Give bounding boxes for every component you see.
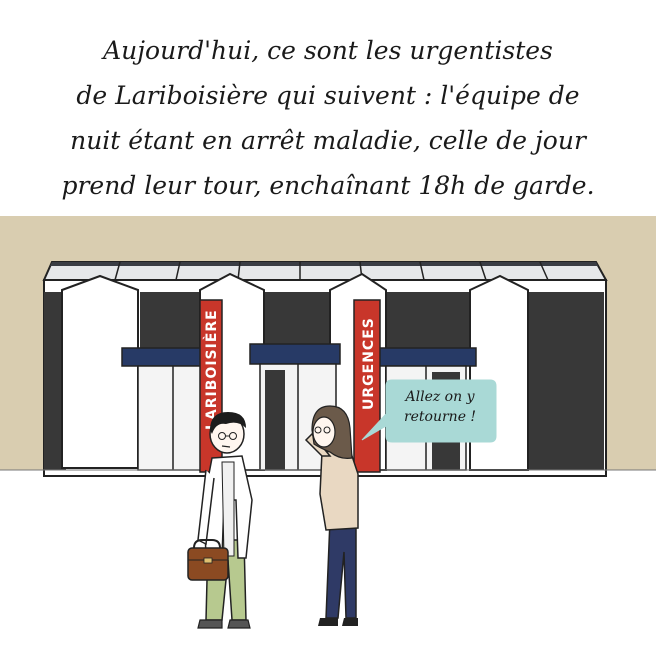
speech-line: Allez on y [405, 389, 475, 405]
caption-line: prend leur tour, enchaînant 18h de garde… [61, 171, 595, 200]
speech-line: retourne ! [403, 409, 477, 425]
speech-bubble-text: Allez on y retourne ! [390, 387, 490, 427]
narration-caption: Aujourd'hui, ce sont les urgentistes de … [20, 28, 636, 208]
caption-line: Aujourd'hui, ce sont les urgentistes [103, 36, 553, 65]
awning-center [249, 343, 341, 365]
woman-character [304, 405, 359, 626]
urgences-sign-text: URGENCES [361, 317, 377, 410]
awning-left [121, 347, 213, 367]
lariboisiere-sign-text: LARIBOISIÈRE [203, 309, 220, 430]
awning-right [375, 347, 477, 367]
caption-line: de Lariboisière qui suivent : l'équipe d… [76, 81, 580, 110]
caption-line: nuit étant en arrêt maladie, celle de jo… [70, 126, 586, 155]
